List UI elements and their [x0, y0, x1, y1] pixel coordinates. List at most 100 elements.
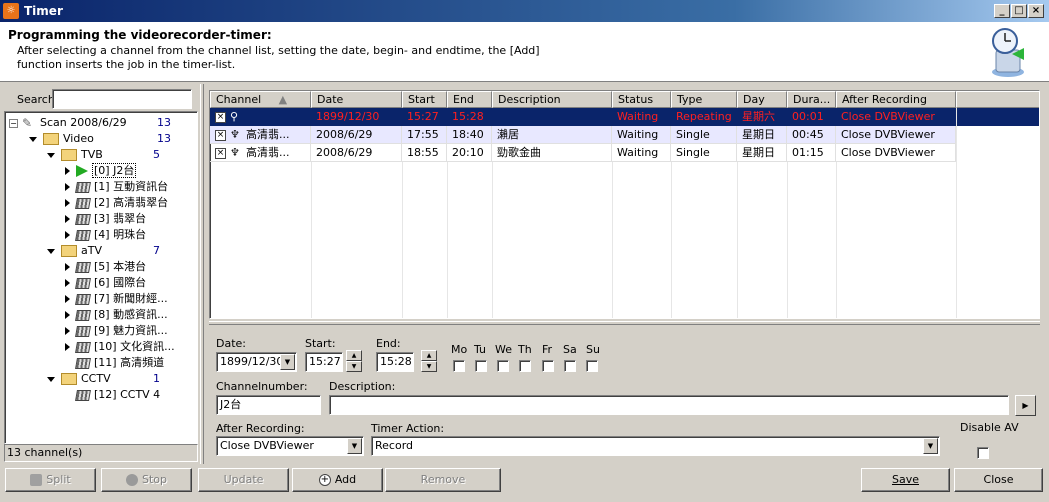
spin-up-icon[interactable]: ▲ [421, 350, 437, 361]
day-checkbox-we[interactable] [497, 360, 509, 372]
vertical-splitter[interactable] [200, 84, 204, 464]
tree-item-atv[interactable]: aTV 7 [47, 243, 197, 259]
collapsed-icon[interactable] [65, 167, 70, 175]
cell-channel: × ♆ 高清翡... [210, 144, 311, 162]
column-header-channel[interactable]: Channel ▲ [210, 91, 311, 108]
tree-item-channel[interactable]: [3] 翡翠台 [65, 211, 146, 227]
dropdown-arrow-icon[interactable]: ▼ [923, 438, 938, 454]
start-time-input[interactable]: 15:27 [305, 352, 343, 372]
collapsed-icon[interactable] [65, 215, 70, 223]
column-header-after-recording[interactable]: After Recording [836, 91, 956, 108]
cell-after-recording: Close DVBViewer [836, 108, 956, 126]
day-checkbox-fr[interactable] [542, 360, 554, 372]
tv-channel-icon [75, 181, 91, 193]
spin-down-icon[interactable]: ▼ [421, 361, 437, 372]
collapsed-icon[interactable] [65, 311, 70, 319]
dropdown-arrow-icon[interactable]: ▼ [347, 438, 362, 454]
collapsed-icon[interactable] [65, 183, 70, 191]
channel-tree[interactable]: − ✎ Scan 2008/6/29 13 Video 13 TVB 5 [0] J2台 … [4, 111, 198, 444]
collapsed-icon[interactable] [65, 231, 70, 239]
start-time-spinner[interactable]: ▲ ▼ [346, 350, 362, 372]
tree-item-channel[interactable]: [9] 魅力資訊... [65, 323, 168, 339]
column-header-type[interactable]: Type [671, 91, 737, 108]
remove-button[interactable]: Remove [385, 468, 501, 492]
tree-label: [7] 新聞財經... [94, 292, 168, 305]
spin-down-icon[interactable]: ▼ [346, 361, 362, 372]
tree-item-channel[interactable]: [7] 新聞財經... [65, 291, 168, 307]
column-header-end[interactable]: End [447, 91, 492, 108]
day-checkbox-su[interactable] [586, 360, 598, 372]
end-time-spinner[interactable]: ▲ ▼ [421, 350, 437, 372]
day-label-we: We [495, 343, 512, 356]
description-label: Description: [329, 380, 396, 393]
horizontal-splitter[interactable] [209, 321, 1040, 325]
tree-item-channel[interactable]: [0] J2台 [65, 163, 137, 179]
expand-description-button[interactable]: ▶ [1015, 395, 1036, 416]
column-header-date[interactable]: Date [311, 91, 402, 108]
channelnumber-input[interactable]: J2台 [216, 395, 321, 415]
end-time-input[interactable]: 15:28 [376, 352, 414, 372]
expanded-icon[interactable] [47, 376, 55, 382]
cell-type: Single [671, 144, 737, 162]
tree-item-tvb[interactable]: TVB 5 [47, 147, 197, 163]
enabled-checkbox[interactable]: × [215, 129, 226, 141]
update-button[interactable]: Update [198, 468, 289, 492]
collapsed-icon[interactable] [65, 279, 70, 287]
expanded-icon[interactable] [47, 152, 55, 158]
minimize-button[interactable]: _ [994, 4, 1010, 18]
tree-item-channel[interactable]: [12] CCTV 4 [75, 387, 160, 403]
column-header-start[interactable]: Start [402, 91, 447, 108]
maximize-button[interactable]: □ [1011, 4, 1027, 18]
timer-action-select[interactable]: Record ▼ [371, 436, 940, 456]
spin-up-icon[interactable]: ▲ [346, 350, 362, 361]
tree-item-video[interactable]: Video 13 [29, 131, 197, 147]
close-window-button[interactable]: × [1028, 4, 1044, 18]
collapsed-icon[interactable] [65, 327, 70, 335]
tree-item-channel[interactable]: [2] 高清翡翠台 [65, 195, 168, 211]
column-header-status[interactable]: Status [612, 91, 671, 108]
collapsed-icon[interactable] [65, 263, 70, 271]
disable-av-checkbox[interactable] [977, 447, 989, 459]
enabled-checkbox[interactable]: × [215, 111, 226, 123]
channelnumber-label: Channelnumber: [216, 380, 308, 393]
collapse-icon[interactable]: − [9, 118, 18, 128]
expanded-icon[interactable] [29, 136, 37, 142]
tree-item-cctv[interactable]: CCTV 1 [47, 371, 197, 387]
enabled-checkbox[interactable]: × [215, 147, 226, 159]
collapsed-icon[interactable] [65, 295, 70, 303]
timer-list[interactable]: Channel ▲ Date Start End Description Sta… [209, 90, 1040, 319]
split-button[interactable]: Split [5, 468, 96, 492]
tree-item-channel[interactable]: [11] 高清頻道 [75, 355, 164, 371]
tree-item-scan[interactable]: − ✎ Scan 2008/6/29 13 [9, 115, 197, 131]
column-header-description[interactable]: Description [492, 91, 612, 108]
day-checkbox-mo[interactable] [453, 360, 465, 372]
date-picker[interactable]: 1899/12/30 ▼ [216, 352, 297, 372]
add-button[interactable]: + Add [292, 468, 383, 492]
day-checkbox-sa[interactable] [564, 360, 576, 372]
tree-item-channel[interactable]: [6] 國際台 [65, 275, 146, 291]
dropdown-arrow-icon[interactable]: ▼ [280, 354, 295, 370]
after-recording-select[interactable]: Close DVBViewer ▼ [216, 436, 364, 456]
tree-item-channel[interactable]: [8] 動感資訊... [65, 307, 168, 323]
tree-item-channel[interactable]: [4] 明珠台 [65, 227, 146, 243]
save-button[interactable]: Save [861, 468, 950, 492]
search-input[interactable] [52, 89, 192, 109]
current-channel-arrow-icon [76, 165, 88, 177]
tree-item-channel[interactable]: [1] 互動資訊台 [65, 179, 168, 195]
tree-item-channel[interactable]: [10] 文化資訊... [65, 339, 175, 355]
table-row[interactable]: × ⚲ 1899/12/30 15:27 15:28 Waiting Repeat… [210, 108, 1039, 126]
table-row[interactable]: × ♆ 高清翡... 2008/6/29 17:55 18:40 瀨居 Waitin… [210, 126, 956, 144]
date-value: 1899/12/30 [220, 355, 284, 368]
close-button[interactable]: Close [954, 468, 1043, 492]
column-header-duration[interactable]: Dura... [787, 91, 836, 108]
tree-item-channel[interactable]: [5] 本港台 [65, 259, 146, 275]
day-checkbox-tu[interactable] [475, 360, 487, 372]
day-checkbox-th[interactable] [519, 360, 531, 372]
column-header-day[interactable]: Day [737, 91, 787, 108]
expanded-icon[interactable] [47, 248, 55, 254]
collapsed-icon[interactable] [65, 199, 70, 207]
description-input[interactable] [329, 395, 1009, 415]
collapsed-icon[interactable] [65, 343, 70, 351]
stop-button[interactable]: Stop [101, 468, 192, 492]
table-row[interactable]: × ♆ 高清翡... 2008/6/29 18:55 20:10 勁歌金曲 Wait… [210, 144, 956, 162]
